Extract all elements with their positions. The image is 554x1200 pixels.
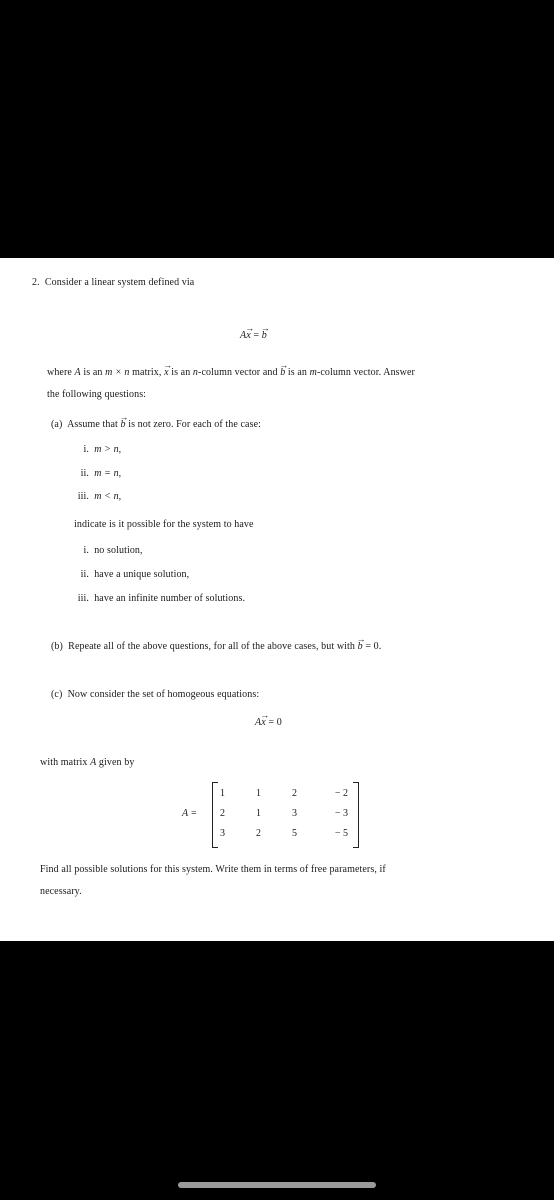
eq-rhs: = 0	[268, 717, 282, 728]
text: Now consider the set of homogeous equati…	[67, 689, 260, 700]
vector-b: b	[261, 321, 270, 343]
case-item: i. m > n,	[70, 443, 122, 457]
case-expression: m < n,	[94, 491, 122, 502]
outcome-number: iii.	[77, 593, 89, 604]
case-number: iii.	[77, 491, 89, 502]
homogeneous-equation: Ax = 0	[255, 708, 282, 730]
matrix-cell: 1	[220, 788, 225, 799]
case-number: ii.	[80, 468, 89, 479]
part-b: (b) Repeate all of the above questions, …	[51, 632, 381, 654]
text: matrix,	[129, 367, 165, 378]
outcome-item: iii. have an infinite number of solution…	[70, 592, 245, 606]
matrix-cell: 2	[256, 828, 261, 839]
case-item: ii. m = n,	[70, 467, 122, 481]
left-bracket	[212, 782, 218, 848]
math-m: m	[309, 367, 317, 378]
outcome-text: have an infinite number of solutions.	[94, 593, 246, 604]
text: with matrix	[40, 757, 91, 768]
main-equation: Ax = b	[240, 321, 270, 343]
case-item: iii. m < n,	[70, 490, 121, 504]
math-dims: m × n	[105, 367, 130, 378]
indicate-line: indicate is it possible for the system t…	[74, 519, 254, 530]
document-page: 2. Consider a linear system defined via …	[0, 258, 554, 941]
text: is an	[80, 367, 106, 378]
matrix-cell: 1	[256, 788, 261, 799]
with-matrix-line: with matrix A given by	[40, 756, 134, 770]
vector-x: x	[163, 358, 171, 380]
outcome-item: ii. have a unique solution,	[70, 568, 190, 582]
vector-b: b	[119, 410, 128, 432]
part-b-label: (b)	[51, 641, 63, 652]
part-c-heading: (c) Now consider the set of homogeous eq…	[51, 688, 259, 702]
problem-intro: 2. Consider a linear system defined via	[32, 276, 194, 290]
case-expression: m = n,	[94, 468, 122, 479]
right-bracket	[353, 782, 359, 848]
vector-x: x	[245, 321, 253, 343]
matrix-cell: − 3	[334, 808, 348, 819]
matrix-A: A = 1 1 2 − 2 2 1 3 − 3 3 2 5 − 5	[180, 782, 370, 848]
outcome-number: i.	[83, 545, 89, 556]
text: where	[47, 367, 75, 378]
following-line: the following questions:	[47, 389, 147, 400]
matrix-cell: 3	[220, 828, 225, 839]
text: is not zero. For each of the case:	[125, 419, 261, 430]
text: Assume that	[67, 419, 121, 430]
intro-text: Consider a linear system defined via	[44, 277, 195, 288]
text: given by	[96, 757, 135, 768]
text: -column vector and	[198, 367, 281, 378]
matrix-cell: 3	[292, 808, 297, 819]
part-a-heading: (a) Assume that b is not zero. For each …	[51, 410, 261, 432]
matrix-cell: 2	[292, 788, 297, 799]
necessary-line: necessary.	[40, 886, 82, 897]
outcome-text: no solution,	[94, 545, 143, 556]
case-number: i.	[83, 444, 89, 455]
outcome-item: i. no solution,	[70, 544, 143, 558]
matrix-cell: − 5	[334, 828, 348, 839]
matrix-label: A =	[182, 808, 198, 819]
matrix-cell: 2	[220, 808, 225, 819]
part-c-label: (c)	[51, 689, 63, 700]
text: is an	[285, 367, 310, 378]
matrix-cell: − 2	[334, 788, 348, 799]
text: is an	[168, 367, 193, 378]
vector-b: b	[357, 632, 366, 654]
home-indicator[interactable]	[178, 1182, 376, 1188]
problem-number: 2.	[32, 277, 40, 288]
find-line: Find all possible solutions for this sys…	[40, 864, 386, 875]
outcome-number: ii.	[80, 569, 89, 580]
case-expression: m > n,	[94, 444, 122, 455]
matrix-cell: 1	[256, 808, 261, 819]
vector-x: x	[260, 708, 268, 730]
part-a-label: (a)	[51, 419, 63, 430]
outcome-text: have a unique solution,	[94, 569, 190, 580]
vector-b: b	[279, 358, 288, 380]
text: Repeate all of the above questions, for …	[68, 641, 358, 652]
where-line: where A is an m × n matrix, x is an n-co…	[47, 358, 415, 380]
text: -column vector. Answer	[316, 367, 415, 378]
matrix-cell: 5	[292, 828, 297, 839]
